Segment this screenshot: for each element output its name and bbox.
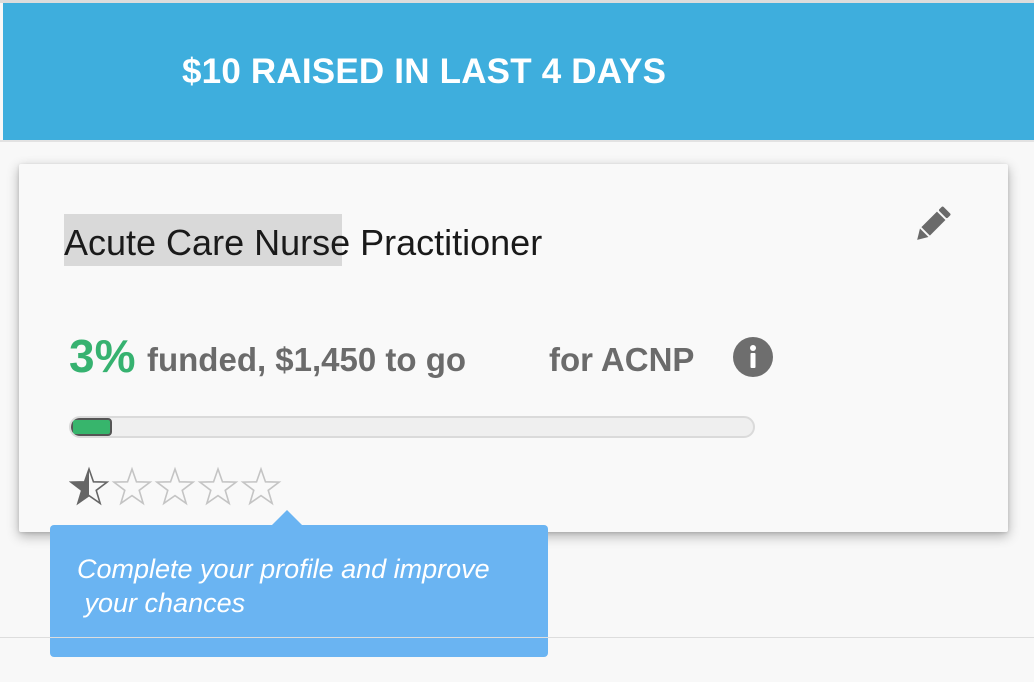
funding-progress-fill	[71, 418, 112, 436]
info-icon[interactable]	[733, 337, 773, 377]
banner-divider	[0, 140, 1034, 142]
tooltip-text: Complete your profile and improve your c…	[77, 554, 490, 618]
star-icon	[240, 466, 282, 506]
funding-banner: $10 RAISED IN LAST 4 DAYS	[3, 3, 1034, 140]
banner-text: $10 RAISED IN LAST 4 DAYS	[182, 52, 667, 91]
star-icon	[154, 466, 196, 506]
program-label: for ACNP	[549, 341, 695, 378]
funding-progress-bar	[69, 416, 755, 438]
funded-remaining-text: funded, $1,450 to go	[147, 341, 467, 378]
campaign-card: Acute Care Nurse Practitioner 3% funded,…	[19, 164, 1008, 532]
funded-percent: 3%	[69, 330, 136, 382]
card-title: Acute Care Nurse Practitioner	[64, 222, 543, 263]
profile-rating	[69, 464, 289, 510]
bottom-divider	[0, 637, 1034, 638]
star-icon	[111, 466, 153, 506]
tooltip-arrow	[272, 510, 302, 525]
star-icon	[197, 466, 239, 506]
pencil-icon[interactable]	[909, 202, 955, 248]
